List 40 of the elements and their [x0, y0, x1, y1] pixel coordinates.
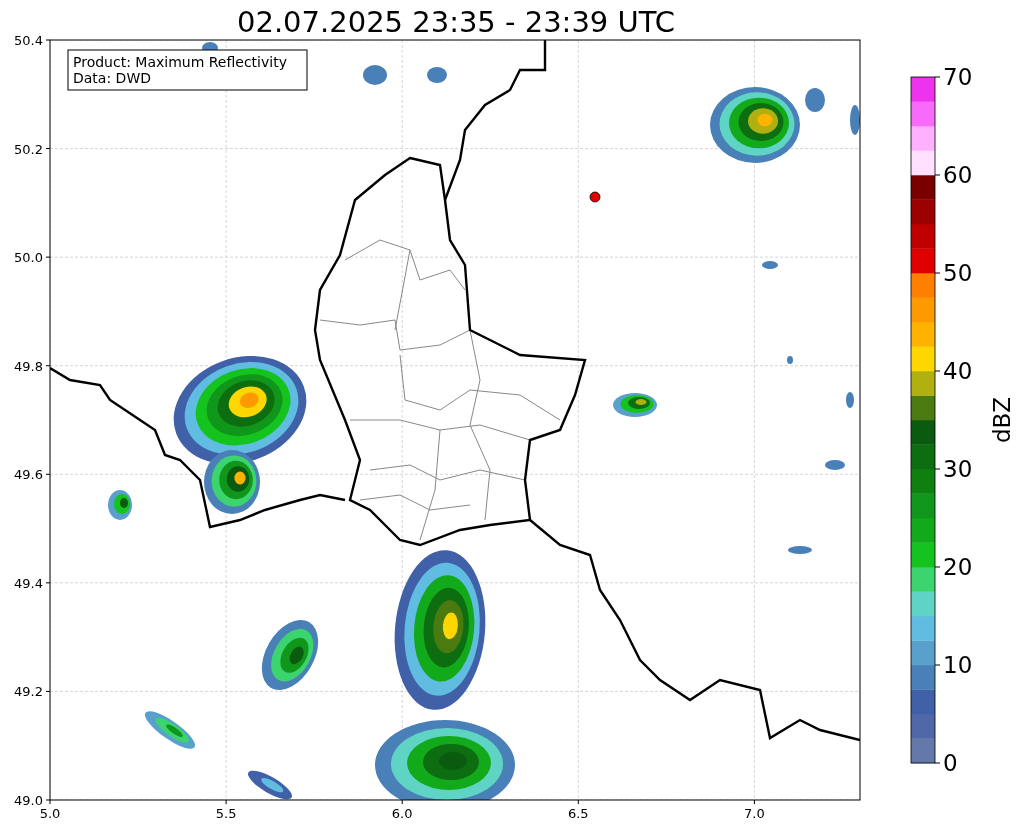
axis-tick-label: 7.0: [744, 806, 765, 821]
radar-echo: [850, 105, 860, 135]
axis-tick-label: 49.6: [14, 467, 43, 483]
axis-tick-label: 50.2: [14, 141, 43, 157]
colorbar-tick-label: 0: [943, 750, 958, 776]
axis-tick-label: 49.0: [14, 793, 43, 808]
radar-echo: [363, 65, 387, 85]
colorbar-tick-label: 40: [943, 358, 973, 384]
axis-tick-label: 49.4: [14, 575, 43, 591]
axis-tick-label: 6.0: [391, 806, 413, 821]
colorbar-tick-label: 60: [943, 162, 973, 188]
radar-echo: [846, 392, 854, 408]
radar-echo: [788, 546, 812, 554]
colorbar-tick-label: 30: [943, 456, 973, 482]
radar-echo: [787, 356, 793, 364]
colorbar-tick-label: 10: [943, 652, 973, 678]
chart-title: 02.07.2025 23:35 - 23:39 UTC: [237, 5, 675, 39]
colorbar-tick-label: 50: [943, 260, 973, 286]
legend-text: Product: Maximum Reflectivity: [73, 54, 287, 70]
legend-text: Data: DWD: [73, 70, 151, 86]
axis-tick-label: 50.4: [14, 33, 43, 48]
radar-echo: [144, 711, 196, 749]
radar-echo: [427, 67, 447, 83]
radar-echo: [108, 490, 132, 520]
radar-echo: [762, 261, 778, 269]
colorbar-tick-label: 70: [943, 64, 973, 90]
colorbar-label: dBZ: [989, 396, 1015, 444]
location-marker: [589, 191, 601, 203]
radar-echo: [248, 770, 292, 800]
radar-echo: [825, 460, 845, 470]
axis-tick-label: 5.0: [39, 806, 61, 821]
axis-tick-label: 5.5: [215, 806, 237, 821]
axis-tick-label: 6.5: [567, 806, 589, 821]
colorbar-tick-label: 20: [943, 554, 973, 580]
radar-echo: [261, 620, 319, 690]
radar-echo: [805, 88, 825, 112]
radar-echo: [613, 393, 657, 417]
axis-tick-label: 49.2: [14, 684, 43, 700]
axis-tick-label: 50.0: [14, 250, 43, 266]
axis-tick-label: 49.8: [14, 358, 43, 374]
